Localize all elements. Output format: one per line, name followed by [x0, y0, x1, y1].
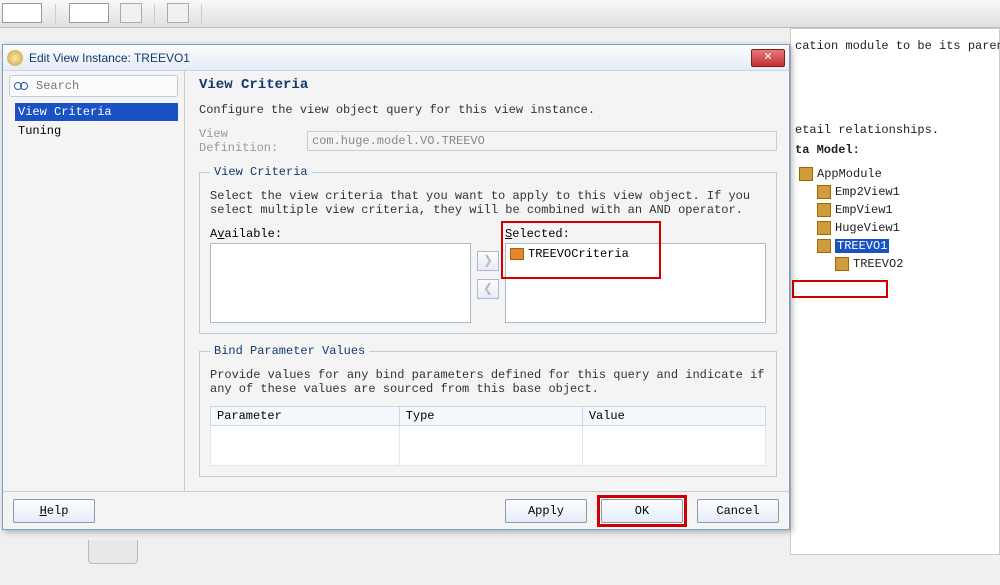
close-button[interactable]: ✕	[751, 49, 785, 67]
bind-params-fieldset: Bind Parameter Values Provide values for…	[199, 344, 777, 477]
nav-item-tuning[interactable]: Tuning	[15, 122, 178, 140]
cancel-button[interactable]: Cancel	[697, 499, 779, 523]
bind-params-legend: Bind Parameter Values	[210, 344, 369, 358]
dialog-titlebar[interactable]: Edit View Instance: TREEVO1 ✕	[3, 45, 789, 71]
tree-node-appmodule[interactable]: AppModule	[795, 165, 995, 183]
bg-text: cation module to be its parent in t	[795, 39, 995, 53]
help-button[interactable]: Help	[13, 499, 95, 523]
dialog-title: Edit View Instance: TREEVO1	[29, 51, 751, 65]
view-criteria-hint: Select the view criteria that you want t…	[210, 189, 766, 217]
toolbar-dropdown[interactable]	[69, 3, 109, 23]
col-parameter[interactable]: Parameter	[211, 407, 400, 426]
criteria-icon	[510, 248, 524, 260]
bind-params-table[interactable]: Parameter Type Value	[210, 406, 766, 466]
dialog-nav: View Criteria Tuning	[3, 71, 185, 491]
col-type[interactable]: Type	[399, 407, 582, 426]
tree-node-treevo2[interactable]: TREEVO2	[795, 255, 995, 273]
ok-button[interactable]: OK	[601, 499, 683, 523]
toolbar-button[interactable]	[167, 3, 189, 23]
move-left-button[interactable]: ❮	[477, 279, 499, 299]
list-item-label: TREEVOCriteria	[528, 247, 629, 261]
bg-text: etail relationships.	[795, 123, 995, 137]
page-description: Configure the view object query for this…	[199, 103, 777, 117]
selected-listbox[interactable]: TREEVOCriteria	[505, 243, 766, 323]
col-value[interactable]: Value	[582, 407, 765, 426]
page-title: View Criteria	[199, 77, 777, 93]
dialog-footer: Help Apply OK Cancel	[3, 491, 789, 529]
bind-params-hint: Provide values for any bind parameters d…	[210, 368, 766, 396]
data-model-tree[interactable]: AppModule Emp2View1 EmpView1 HugeView1 T…	[795, 165, 995, 273]
search-icon	[14, 79, 30, 93]
view-criteria-fieldset: View Criteria Select the view criteria t…	[199, 165, 777, 334]
tree-node-treevo1[interactable]: TREEVO1	[795, 237, 995, 255]
edit-view-instance-dialog: Edit View Instance: TREEVO1 ✕ View Crite…	[2, 44, 790, 530]
search-field[interactable]	[9, 75, 178, 97]
toolbar-button[interactable]	[120, 3, 142, 23]
view-icon	[817, 185, 831, 199]
list-item[interactable]: TREEVOCriteria	[508, 246, 763, 262]
background-toolbar	[0, 0, 1000, 28]
move-right-button[interactable]: ❯	[477, 251, 499, 271]
view-definition-label: View Definition:	[199, 127, 307, 155]
table-row	[211, 426, 766, 466]
nav-item-view-criteria[interactable]: View Criteria	[15, 103, 178, 121]
background-bottom-tab[interactable]	[88, 540, 138, 564]
view-definition-field	[307, 131, 777, 151]
tree-node-empview1[interactable]: EmpView1	[795, 201, 995, 219]
module-icon	[799, 167, 813, 181]
background-data-model-panel: cation module to be its parent in t etai…	[790, 28, 1000, 555]
selected-label: Selected:	[505, 227, 766, 241]
view-icon	[817, 239, 831, 253]
data-model-label: ta Model:	[795, 143, 995, 157]
apply-button[interactable]: Apply	[505, 499, 587, 523]
available-label: Available:	[210, 227, 471, 241]
annotation-highlight-ok: OK	[597, 495, 687, 527]
tree-node-hugeview1[interactable]: HugeView1	[795, 219, 995, 237]
toolbar-dropdown[interactable]	[2, 3, 42, 23]
view-criteria-legend: View Criteria	[210, 165, 312, 179]
tree-node-emp2view1[interactable]: Emp2View1	[795, 183, 995, 201]
dialog-icon	[7, 50, 23, 66]
view-icon	[817, 203, 831, 217]
dialog-main: View Criteria Configure the view object …	[185, 71, 789, 491]
view-icon	[817, 221, 831, 235]
view-icon	[835, 257, 849, 271]
search-input[interactable]	[34, 78, 154, 94]
available-listbox[interactable]	[210, 243, 471, 323]
